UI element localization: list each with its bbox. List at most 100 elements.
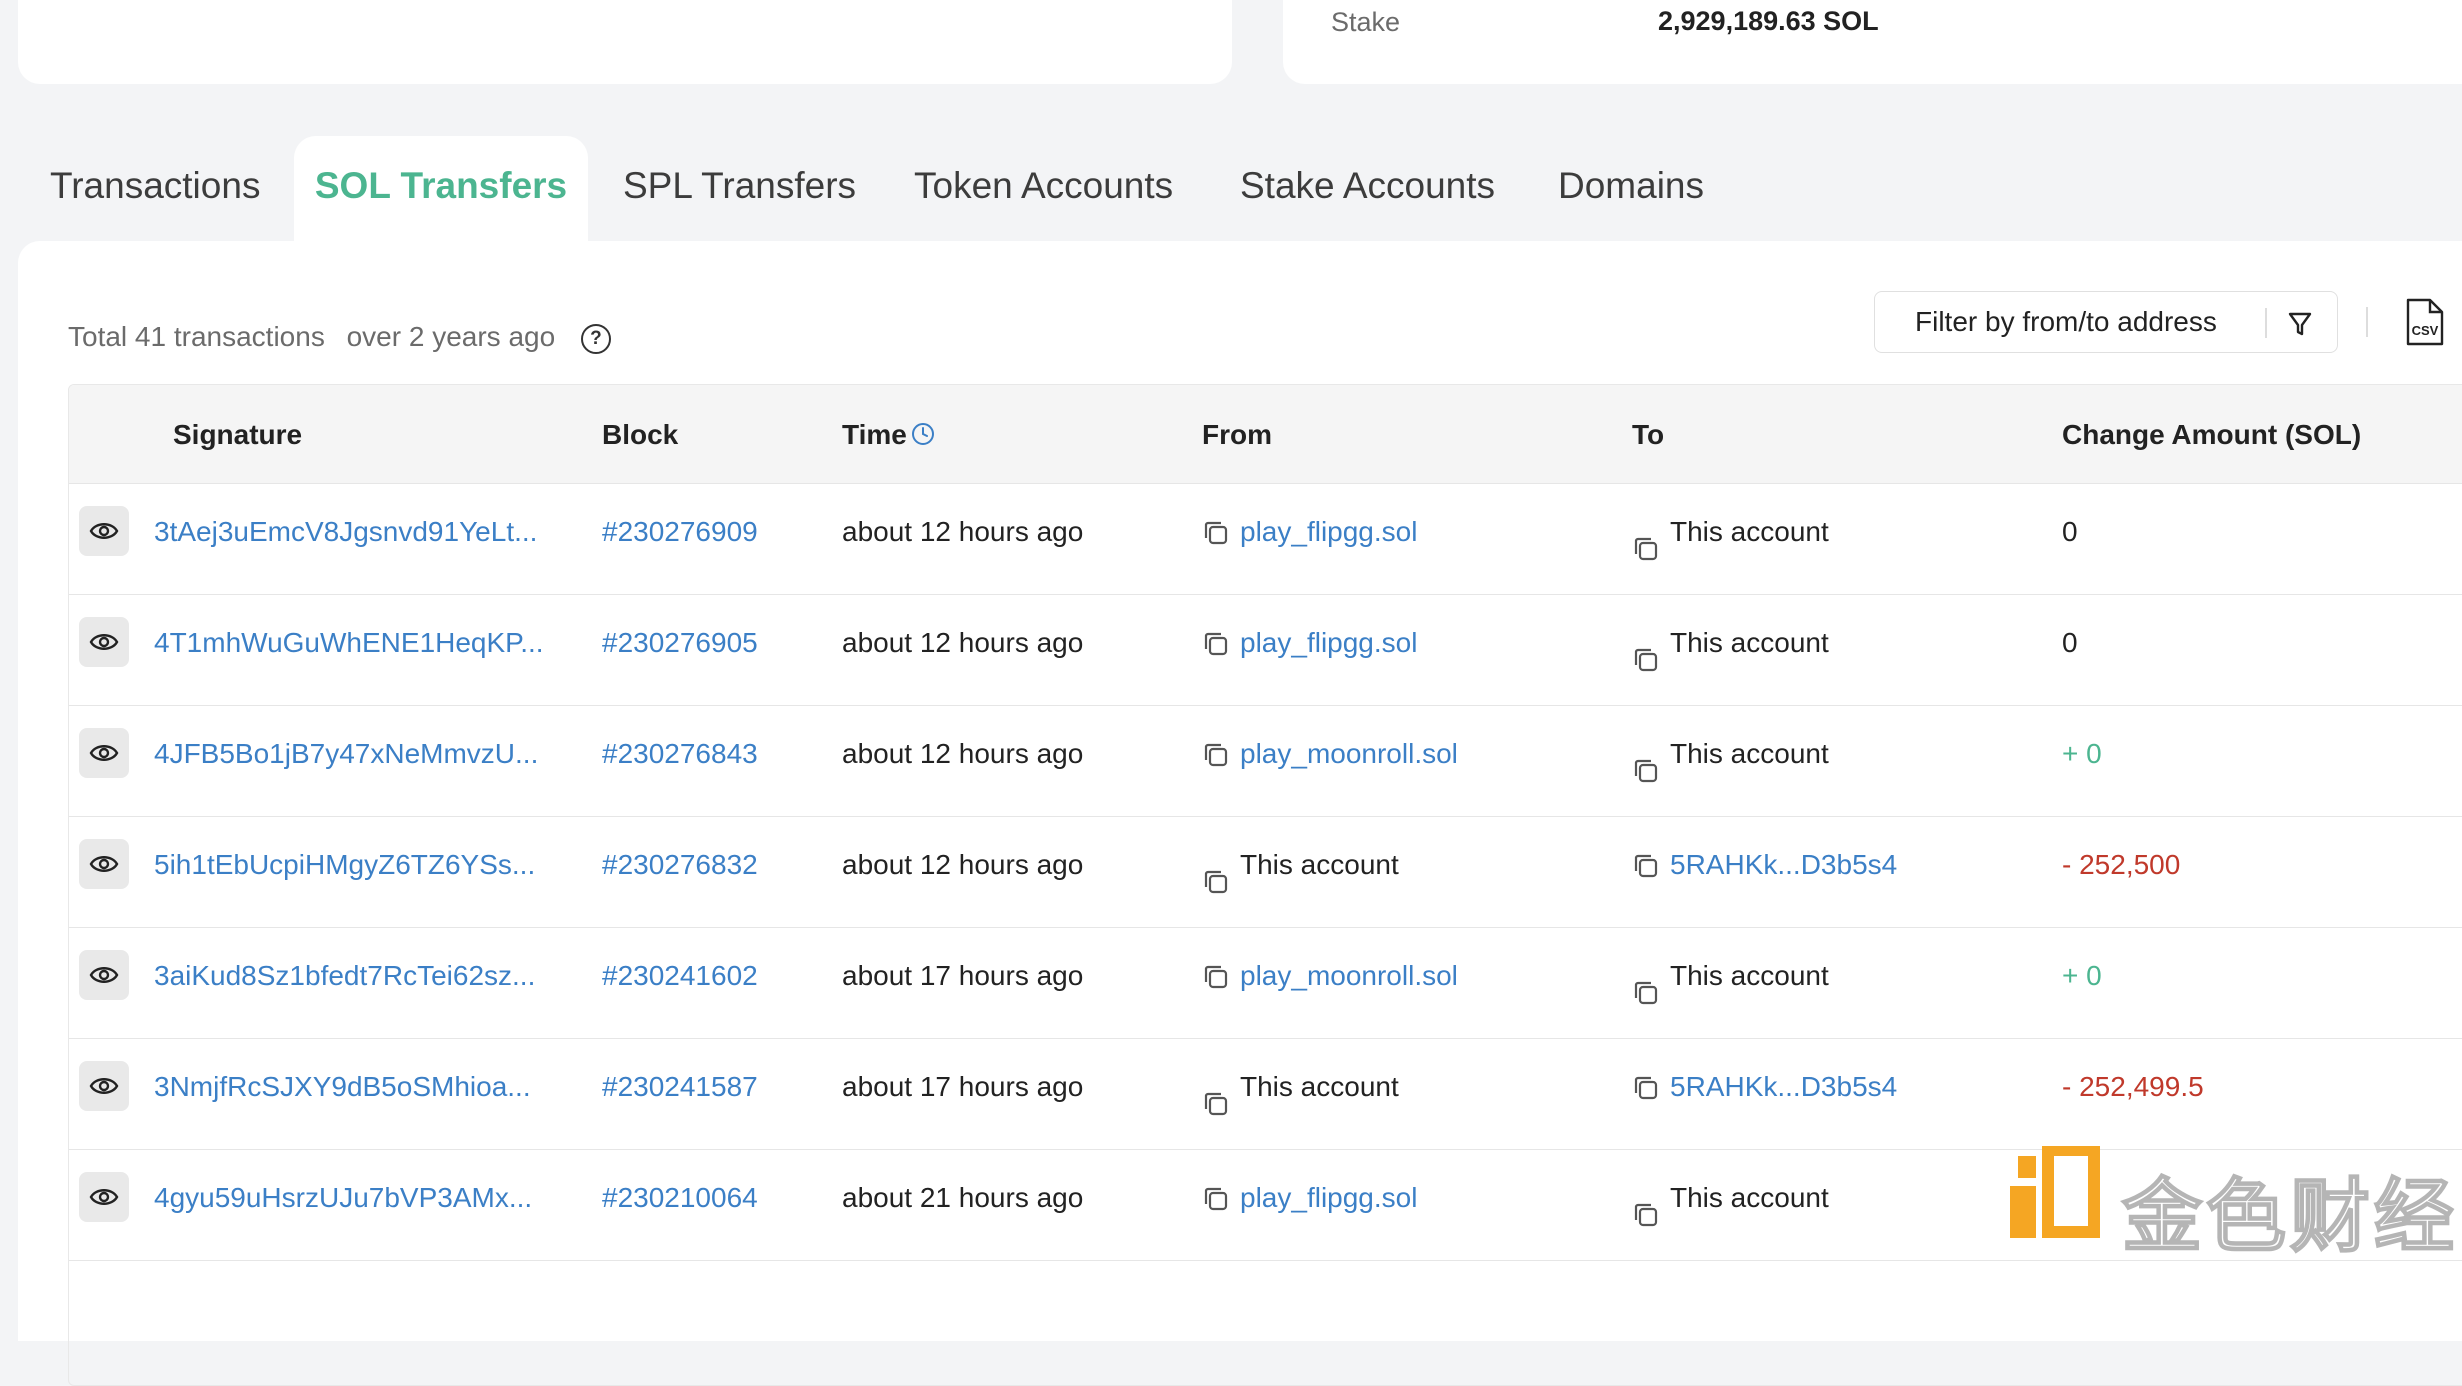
time-value: about 12 hours ago bbox=[842, 627, 1084, 658]
from-address-link[interactable]: play_moonroll.sol bbox=[1240, 738, 1458, 769]
filter-divider bbox=[2265, 308, 2267, 338]
time-value: about 12 hours ago bbox=[842, 849, 1084, 880]
to-address-text: This account bbox=[1670, 960, 1829, 991]
tab-sol-transfers[interactable]: SOL Transfers bbox=[294, 136, 588, 241]
copy-icon[interactable] bbox=[1202, 1090, 1230, 1118]
to-address-cell: This account bbox=[1632, 960, 1829, 1007]
signature-link[interactable]: 4JFB5Bo1jB7y47xNeMmvzU... bbox=[154, 738, 538, 770]
from-address-text: This account bbox=[1240, 1071, 1399, 1102]
block-link[interactable]: #230241602 bbox=[602, 960, 758, 992]
col-to: To bbox=[1632, 419, 1665, 450]
tab-transactions[interactable]: Transactions bbox=[50, 136, 260, 241]
from-address-text: This account bbox=[1240, 849, 1399, 880]
summary-age: over 2 years ago bbox=[346, 321, 556, 352]
copy-icon[interactable] bbox=[1632, 757, 1660, 785]
csv-file-icon[interactable]: CSV bbox=[2402, 297, 2446, 347]
copy-icon[interactable] bbox=[1632, 852, 1660, 880]
copy-icon[interactable] bbox=[1202, 519, 1230, 547]
view-details-button[interactable] bbox=[79, 1061, 129, 1111]
from-address-link[interactable]: play_moonroll.sol bbox=[1240, 960, 1458, 991]
eye-icon bbox=[89, 634, 119, 650]
view-details-button[interactable] bbox=[79, 728, 129, 778]
from-address-cell: play_moonroll.sol bbox=[1202, 960, 1458, 992]
block-link[interactable]: #230276905 bbox=[602, 627, 758, 659]
stake-label: Stake bbox=[1331, 7, 1401, 37]
signature-link[interactable]: 3tAej3uEmcV8Jgsnvd91YeLt... bbox=[154, 516, 537, 548]
from-address-cell: play_moonroll.sol bbox=[1202, 738, 1458, 770]
from-address-link[interactable]: play_flipgg.sol bbox=[1240, 627, 1417, 658]
to-address-cell: 5RAHKk...D3b5s4 bbox=[1632, 1071, 1897, 1103]
time-value: about 17 hours ago bbox=[842, 960, 1084, 991]
help-icon[interactable]: ? bbox=[580, 323, 611, 354]
from-address-link[interactable]: play_flipgg.sol bbox=[1240, 1182, 1417, 1213]
watermark: 金色财经 bbox=[2010, 1146, 2455, 1264]
copy-icon[interactable] bbox=[1632, 1074, 1660, 1102]
eye-icon bbox=[89, 1189, 119, 1205]
col-change-amount: Change Amount (SOL) bbox=[2062, 419, 2362, 450]
signature-link[interactable]: 3aiKud8Sz1bfedt7RcTei62sz... bbox=[154, 960, 535, 992]
time-value: about 12 hours ago bbox=[842, 738, 1084, 769]
copy-icon[interactable] bbox=[1632, 535, 1660, 563]
transactions-summary: Total 41 transactions over 2 years ago ? bbox=[68, 321, 625, 354]
col-time-label: Time bbox=[842, 419, 907, 450]
block-link[interactable]: #230276832 bbox=[602, 849, 758, 881]
clock-icon[interactable] bbox=[911, 422, 935, 446]
from-address-cell: This account bbox=[1202, 849, 1399, 896]
to-address-link[interactable]: 5RAHKk...D3b5s4 bbox=[1670, 1071, 1897, 1102]
copy-icon[interactable] bbox=[1202, 963, 1230, 991]
filter-icon bbox=[2288, 312, 2312, 336]
to-address-text: This account bbox=[1670, 738, 1829, 769]
eye-icon bbox=[89, 856, 119, 872]
view-details-button[interactable] bbox=[79, 506, 129, 556]
filter-address-button[interactable]: Filter by from/to address bbox=[1874, 291, 2338, 353]
account-tabs: Transactions SOL Transfers SPL Transfers… bbox=[0, 136, 2462, 241]
table-row: 3aiKud8Sz1bfedt7RcTei62sz... #230241602 ab… bbox=[69, 927, 2462, 1039]
table-row: 3NmjfRcSJXY9dB5oSMhioa... #230241587 about… bbox=[69, 1038, 2462, 1150]
tab-token-accounts[interactable]: Token Accounts bbox=[914, 136, 1173, 241]
view-details-button[interactable] bbox=[79, 950, 129, 1000]
from-address-cell: This account bbox=[1202, 1071, 1399, 1118]
time-value: about 21 hours ago bbox=[842, 1182, 1084, 1213]
signature-link[interactable]: 3NmjfRcSJXY9dB5oSMhioa... bbox=[154, 1071, 531, 1103]
tab-domains[interactable]: Domains bbox=[1558, 136, 1704, 241]
watermark-text: 金色财经 bbox=[2121, 1169, 2458, 1264]
block-link[interactable]: #230210064 bbox=[602, 1182, 758, 1214]
change-amount: - 252,499.5 bbox=[2062, 1071, 2204, 1102]
to-address-cell: This account bbox=[1632, 627, 1829, 674]
change-amount: 0 bbox=[2062, 627, 2078, 658]
to-address-link[interactable]: 5RAHKk...D3b5s4 bbox=[1670, 849, 1897, 880]
copy-icon[interactable] bbox=[1202, 868, 1230, 896]
signature-link[interactable]: 5ih1tEbUcpiHMgyZ6TZ6YSs... bbox=[154, 849, 535, 881]
eye-icon bbox=[89, 745, 119, 761]
jinse-logo-icon bbox=[2010, 1146, 2100, 1238]
view-details-button[interactable] bbox=[79, 1172, 129, 1222]
copy-icon[interactable] bbox=[1202, 1185, 1230, 1213]
view-details-button[interactable] bbox=[79, 839, 129, 889]
stake-value: 2,929,189.63 SOL bbox=[1658, 6, 1879, 36]
overview-card-right: Stake 2,929,189.63 SOL bbox=[1283, 0, 2462, 84]
time-value: about 12 hours ago bbox=[842, 516, 1084, 547]
col-block: Block bbox=[602, 419, 679, 450]
block-link[interactable]: #230241587 bbox=[602, 1071, 758, 1103]
block-link[interactable]: #230276909 bbox=[602, 516, 758, 548]
eye-icon bbox=[89, 523, 119, 539]
from-address-link[interactable]: play_flipgg.sol bbox=[1240, 516, 1417, 547]
signature-link[interactable]: 4T1mhWuGuWhENE1HeqKP... bbox=[154, 627, 544, 659]
to-address-text: This account bbox=[1670, 1182, 1829, 1213]
col-time[interactable]: Time bbox=[842, 419, 935, 451]
view-details-button[interactable] bbox=[79, 617, 129, 667]
copy-icon[interactable] bbox=[1632, 979, 1660, 1007]
table-header: Signature Block Time From To Change Amou… bbox=[69, 385, 2462, 484]
total-transactions: Total 41 transactions bbox=[68, 321, 325, 352]
copy-icon[interactable] bbox=[1202, 741, 1230, 769]
from-address-cell: play_flipgg.sol bbox=[1202, 1182, 1417, 1214]
copy-icon[interactable] bbox=[1202, 630, 1230, 658]
tab-spl-transfers[interactable]: SPL Transfers bbox=[623, 136, 856, 241]
table-row: 3tAej3uEmcV8Jgsnvd91YeLt... #230276909 abo… bbox=[69, 483, 2462, 595]
signature-link[interactable]: 4gyu59uHsrzUJu7bVP3AMx... bbox=[154, 1182, 532, 1214]
col-from: From bbox=[1202, 419, 1272, 450]
copy-icon[interactable] bbox=[1632, 646, 1660, 674]
block-link[interactable]: #230276843 bbox=[602, 738, 758, 770]
copy-icon[interactable] bbox=[1632, 1201, 1660, 1229]
tab-stake-accounts[interactable]: Stake Accounts bbox=[1240, 136, 1495, 241]
